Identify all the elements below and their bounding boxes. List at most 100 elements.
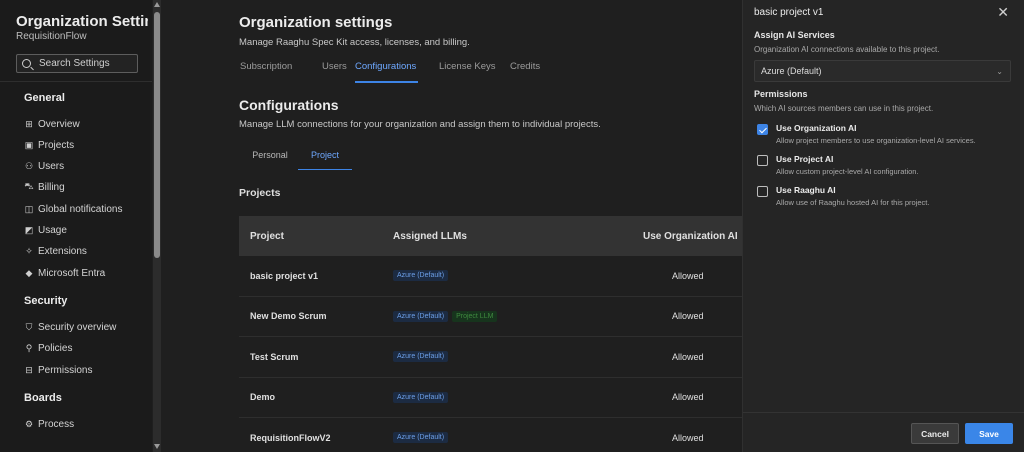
ai-service-select[interactable]: Azure (Default) ⌄ [754,60,1011,82]
use-organization-ai-checkbox[interactable] [757,124,768,135]
sidebar-item-label: Projects [38,139,75,151]
llm-badge: Azure (Default) [393,391,449,403]
assigned-llms: Azure (Default) [393,432,598,444]
sidebar-item-billing[interactable]: ⛍ Billing [24,180,64,194]
sidebar-item-overview[interactable]: ⊞ Overview [24,117,80,131]
tab-subscription[interactable]: Subscription [240,61,322,83]
sidebar-item-label: Policies [38,342,73,354]
ai-service-selected-value: Azure (Default) [761,66,822,76]
tab-users[interactable]: Users [322,61,355,83]
search-icon [22,59,31,68]
sidebar-item-label: Permissions [38,364,93,376]
option-desc: Allow project members to use organizatio… [776,136,976,145]
save-button[interactable]: Save [965,423,1013,444]
section-security: Security [24,295,68,307]
search-settings-input[interactable]: Search Settings [16,54,138,73]
table-row[interactable]: basic project v1 Azure (Default) Allowed [239,256,742,297]
project-name: Test Scrum [250,351,299,362]
sidebar-item-usage[interactable]: ◩ Usage [24,223,67,237]
sidebar-scrollbar[interactable] [153,0,161,452]
section-boards: Boards [24,392,62,404]
configurations-title: Configurations [239,97,339,113]
table-row[interactable]: Demo Azure (Default) Allowed [239,378,742,418]
column-header-use-org-ai[interactable]: Use Organization AI [598,231,742,242]
entra-icon: ◆ [25,267,33,278]
process-icon: ⚙ [24,418,34,429]
option-use-raaghu-ai[interactable]: Use Raaghu AI Allow use of Raaghu hosted… [757,185,929,207]
option-use-organization-ai[interactable]: Use Organization AI Allow project member… [757,123,976,145]
column-header-assigned-llms[interactable]: Assigned LLMs [393,231,598,242]
sidebar-item-label: Overview [38,118,80,130]
chevron-down-icon: ⌄ [996,67,1003,76]
option-desc: Allow custom project-level AI configurat… [776,167,919,176]
sidebar-item-policies[interactable]: ⚲ Policies [24,341,73,355]
usage-icon: ◩ [24,224,34,235]
project-name: basic project v1 [250,270,319,281]
close-icon[interactable]: ✕ [997,4,1009,21]
notifications-icon: ◫ [24,203,34,214]
tab-configurations[interactable]: Configurations [355,61,418,83]
use-org-ai-status: Allowed [672,311,704,322]
settings-sidebar: Organization Settin... RequisitionFlow S… [0,0,152,452]
policy-icon: ⚲ [25,342,33,353]
table-header: Project Assigned LLMs Use Organization A… [239,216,742,256]
sidebar-item-label: Users [38,160,65,172]
sidebar-item-label: Process [38,418,75,430]
sidebar-item-permissions[interactable]: ⊟ Permissions [24,363,92,377]
sidebar-item-label: Security overview [38,321,117,333]
use-raaghu-ai-checkbox[interactable] [757,186,768,197]
scrollbar-thumb[interactable] [154,12,160,258]
subtab-personal[interactable]: Personal [243,150,297,170]
permissions-heading: Permissions [754,89,808,99]
tab-credits[interactable]: Credits [510,61,550,83]
sidebar-item-process[interactable]: ⚙ Process [24,417,74,431]
use-org-ai-status: Allowed [672,392,704,403]
llm-badge: Azure (Default) [393,432,449,444]
project-name: RequisitionFlowV2 [250,432,331,443]
use-org-ai-status: Allowed [672,351,704,362]
scroll-down-arrow-icon[interactable] [154,444,160,449]
extensions-icon: ✧ [25,245,33,256]
users-icon: ⚇ [24,160,34,171]
sidebar-item-label: Global notifications [38,203,123,215]
sidebar-divider [0,81,152,82]
billing-cart-icon: ⛍ [24,181,34,191]
section-general: General [24,92,65,104]
tab-license-keys[interactable]: License Keys [439,61,510,83]
scroll-up-arrow-icon[interactable] [154,2,160,7]
permissions-desc: Which AI sources members can use in this… [754,104,934,113]
llm-badge: Azure (Default) [393,351,449,363]
sidebar-item-microsoft-entra[interactable]: ◆ Microsoft Entra [24,266,106,280]
sidebar-item-label: Extensions [38,245,87,257]
projects-icon: ▣ [24,139,34,150]
main-content: Organization settings Manage Raaghu Spec… [161,0,742,452]
option-use-project-ai[interactable]: Use Project AI Allow custom project-leve… [757,154,919,176]
sidebar-item-global-notifications[interactable]: ◫ Global notifications [24,202,123,216]
assign-ai-services-desc: Organization AI connections available to… [754,45,940,54]
assign-ai-services-heading: Assign AI Services [754,30,835,40]
search-placeholder: Search Settings [39,58,110,69]
assigned-llms: Azure (Default) [393,351,598,363]
cancel-button[interactable]: Cancel [911,423,959,444]
use-project-ai-checkbox[interactable] [757,155,768,166]
sidebar-org-name: RequisitionFlow [16,31,87,42]
assigned-llms: Azure (Default) [393,270,598,282]
page-subtitle: Manage Raaghu Spec Kit access, licenses,… [239,37,470,48]
column-header-project[interactable]: Project [239,231,393,242]
project-name: Demo [250,392,276,403]
sidebar-item-projects[interactable]: ▣ Projects [24,138,74,152]
option-desc: Allow use of Raaghu hosted AI for this p… [776,198,930,207]
overview-grid-icon: ⊞ [25,118,33,129]
sidebar-item-security-overview[interactable]: ⛉ Security overview [24,320,117,334]
use-org-ai-status: Allowed [672,432,704,443]
table-row[interactable]: RequisitionFlowV2 Azure (Default) Allowe… [239,418,742,452]
shield-icon: ⛉ [25,321,33,332]
table-row[interactable]: New Demo Scrum Azure (Default) Project L… [239,297,742,337]
sidebar-item-users[interactable]: ⚇ Users [24,159,64,173]
table-row[interactable]: Test Scrum Azure (Default) Allowed [239,337,742,378]
sidebar-item-extensions[interactable]: ✧ Extensions [24,244,87,258]
app-window: Organization Settin... RequisitionFlow S… [0,0,1024,452]
subtab-project[interactable]: Project [298,150,352,170]
option-title: Use Project AI [776,154,834,164]
option-title: Use Organization AI [776,123,857,133]
